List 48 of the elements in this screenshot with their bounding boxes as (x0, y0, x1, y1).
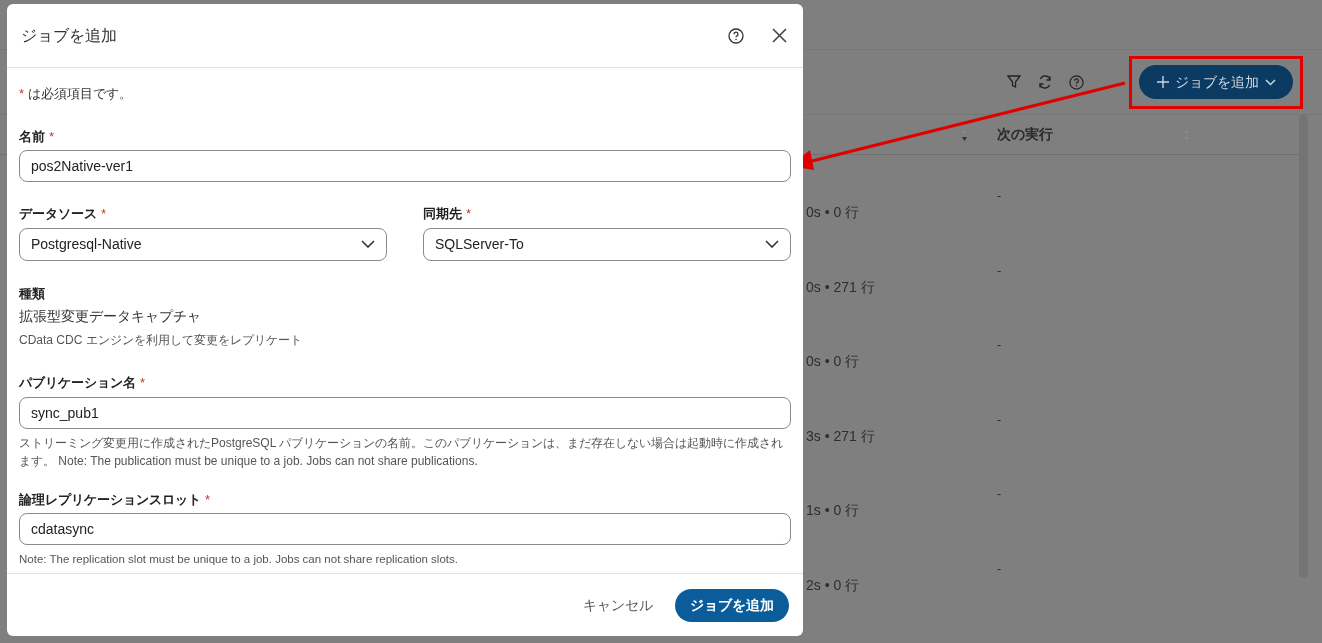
field-label: 同期先 (423, 205, 462, 223)
dialog-title: ジョブを追加 (21, 25, 118, 46)
field-label: パブリケーション名 (19, 374, 136, 392)
table-cell: - (997, 262, 1002, 278)
field-label: 名前 (19, 127, 45, 146)
table-cell: 2s • 0 行 (806, 576, 860, 593)
table-cell: 0s • 271 行 (806, 278, 875, 295)
required-mark: * (19, 85, 25, 103)
help-text: ストリーミング変更用に作成されたPostgreSQL パブリケーションの名前。このパブリケーションは、まだ存在しない場合は起動時に作成されます。 Note: The publication must be unique to a job. Jobs can not share publications. (19, 434, 785, 470)
plus-icon (1156, 76, 1169, 88)
type-value: 拡張型変更データキャプチャ (19, 307, 202, 326)
field-label: 論理レプリケーションスロット (19, 490, 201, 509)
select-field[interactable]: Postgresql-Native (19, 227, 387, 261)
text-field[interactable]: sync_pub1 (19, 396, 791, 429)
type-description: CData CDC エンジンを利用して変更をレプリケート (19, 332, 303, 349)
required-mark: * (205, 490, 211, 509)
table-cell: 0s • 0 行 (806, 353, 860, 369)
close-icon[interactable] (772, 28, 787, 43)
table-cell: 3s • 271 行 (806, 427, 875, 444)
table-cell: 1s • 0 行 (806, 502, 860, 518)
required-mark: * (101, 205, 107, 223)
add-job-button[interactable]: ジョブを追加 (675, 588, 789, 622)
chevron-down-icon (1264, 78, 1276, 86)
table-cell: - (997, 411, 1002, 427)
help-text: Note: The replication slot must be unique to a job. Jobs can not share replication slots. (19, 552, 459, 567)
text-field[interactable]: cdatasync (19, 513, 791, 545)
required-mark: * (466, 205, 472, 223)
chevron-down-icon (361, 240, 375, 248)
table-cell: - (997, 560, 1002, 576)
select-field[interactable]: SQLServer-To (423, 227, 791, 261)
sort-icon[interactable] (961, 127, 968, 142)
help-icon[interactable] (728, 27, 744, 44)
required-note: は必須項目です。 (28, 85, 133, 103)
refresh-icon[interactable] (1038, 75, 1052, 89)
field-label: データソース (19, 205, 97, 223)
chevron-down-icon (765, 240, 779, 248)
cancel-button[interactable]: キャンセル (581, 588, 655, 622)
table-cell: - (997, 188, 1002, 203)
field-label: 種類 (19, 284, 46, 303)
text-field[interactable]: pos2Native-ver1 (19, 150, 791, 182)
table-cell: - (997, 337, 1002, 352)
add-job-button[interactable]: ジョブを追加 (1139, 65, 1293, 99)
table-cell: - (997, 486, 1002, 501)
table-cell: 0s • 0 行 (806, 204, 860, 220)
required-mark: * (49, 127, 55, 146)
required-mark: * (140, 374, 146, 392)
column-header[interactable]: 次の実行 (990, 124, 1053, 145)
filter-icon[interactable] (1007, 75, 1021, 89)
